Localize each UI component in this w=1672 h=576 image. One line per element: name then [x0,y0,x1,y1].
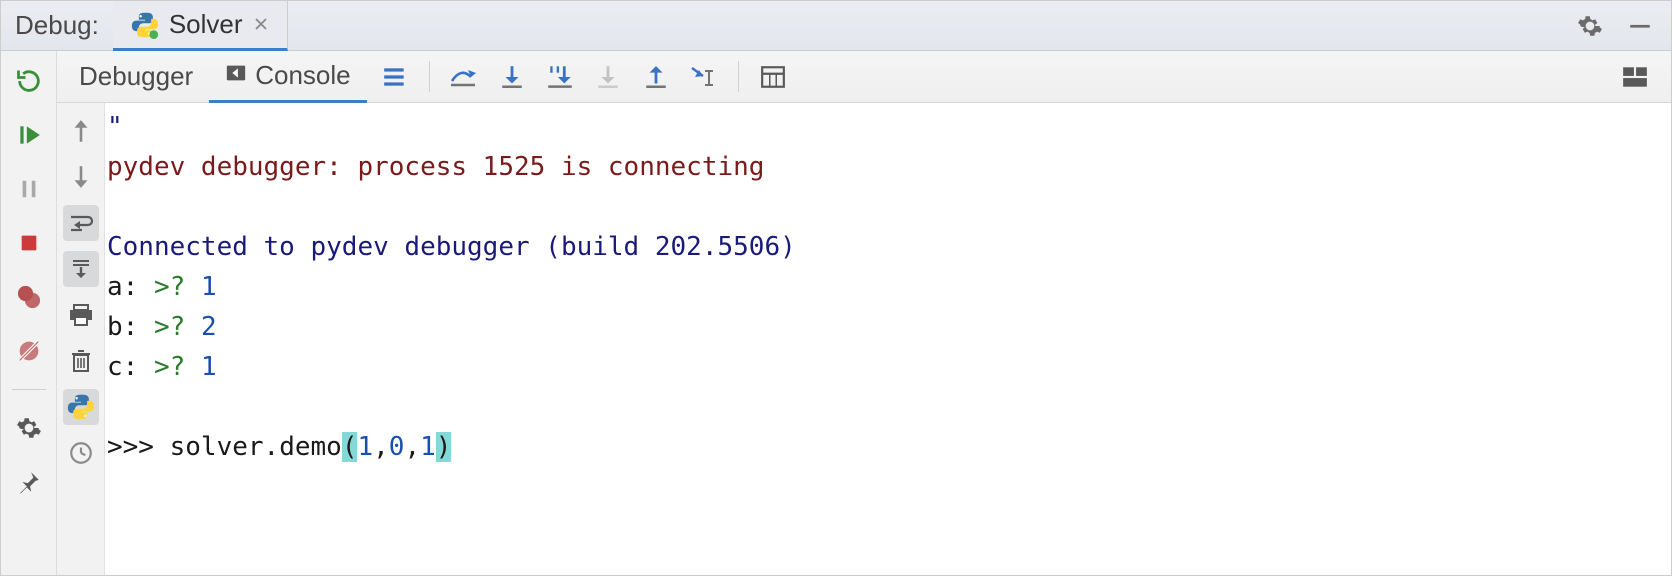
force-step-into-icon[interactable] [588,59,628,95]
stop-button[interactable] [11,225,47,261]
step-into-icon[interactable] [492,59,532,95]
input-value: 2 [201,312,217,342]
input-label: b: [107,312,138,342]
pin-tab-button[interactable] [11,464,47,500]
console-line: pydev debugger: process 1525 is connecti… [107,152,764,182]
console-tab-label: Console [255,60,350,91]
soft-wrap-icon[interactable] [63,205,99,241]
repl-comma: , [373,432,389,462]
console-line: " [107,112,123,142]
run-to-cursor-icon[interactable] [684,59,724,95]
gear-icon[interactable] [1577,13,1603,39]
input-value: 1 [201,352,217,382]
view-breakpoints-button[interactable] [11,279,47,315]
step-out-icon[interactable] [636,59,676,95]
show-python-prompt-icon[interactable] [63,389,99,425]
console-line: Connected to pydev debugger (build 202.5… [107,232,796,262]
debug-run-sidebar [1,51,57,575]
debug-toolbar: Debugger Console [57,51,1671,103]
repl-input-line[interactable]: >>> solver.demo(1,0,1) [107,432,451,462]
step-over-icon[interactable] [444,59,484,95]
console-output[interactable]: " pydev debugger: process 1525 is connec… [105,103,1671,575]
python-icon [131,11,159,39]
repl-arg: 1 [357,432,373,462]
console-tab[interactable]: Console [209,51,366,103]
debug-title-label: Debug: [1,1,113,50]
layout-settings-icon[interactable] [1615,59,1655,95]
resume-button[interactable] [11,117,47,153]
repl-arg: 0 [389,432,405,462]
close-tab-icon[interactable] [253,11,269,39]
input-label: c: [107,352,138,382]
history-icon[interactable] [63,435,99,471]
scroll-up-icon[interactable] [63,113,99,149]
repl-code: solver.demo [170,432,342,462]
input-prompt: >? [154,272,185,302]
pause-button[interactable] [11,171,47,207]
clear-icon[interactable] [63,343,99,379]
mute-breakpoints-button[interactable] [11,333,47,369]
debugger-tab[interactable]: Debugger [63,51,209,102]
debug-tool-window: Debug: Solver [0,0,1672,576]
scroll-down-icon[interactable] [63,159,99,195]
repl-paren: ) [436,432,452,462]
debug-config-tab-label: Solver [169,9,243,40]
step-into-my-code-icon[interactable] [540,59,580,95]
repl-prompt: >>> [107,432,154,462]
evaluate-expression-icon[interactable] [753,59,793,95]
input-value: 1 [201,272,217,302]
minimize-icon[interactable] [1627,13,1653,39]
scroll-to-end-icon[interactable] [63,251,99,287]
console-gutter [57,103,105,575]
console-tab-icon [225,60,247,91]
print-icon[interactable] [63,297,99,333]
repl-comma: , [404,432,420,462]
input-label: a: [107,272,138,302]
debug-settings-button[interactable] [11,410,47,446]
repl-paren: ( [342,432,358,462]
repl-arg: 1 [420,432,436,462]
rerun-button[interactable] [11,63,47,99]
debug-titlebar: Debug: Solver [1,1,1671,51]
console-area: " pydev debugger: process 1525 is connec… [57,103,1671,575]
input-prompt: >? [154,352,185,382]
input-prompt: >? [154,312,185,342]
separator [12,389,46,390]
threads-icon[interactable] [375,59,415,95]
debug-config-tab[interactable]: Solver [113,1,288,51]
debugger-tab-label: Debugger [79,61,193,92]
